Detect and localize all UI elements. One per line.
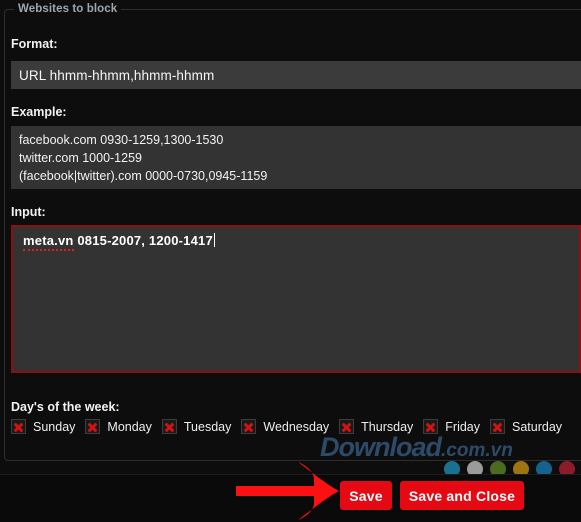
input-time-ranges: 0815-2007, 1200-1417	[73, 233, 213, 248]
input-text-content: meta.vn 0815-2007, 1200-1417	[23, 233, 215, 251]
day-label: Friday	[445, 419, 481, 434]
example-box: facebook.com 0930-1259,1300-1530 twitter…	[11, 126, 581, 189]
day-checkbox-thursday[interactable]: Thursday	[339, 419, 413, 434]
day-checkbox-tuesday[interactable]: Tuesday	[161, 419, 232, 434]
red-x-icon[interactable]	[241, 419, 257, 434]
day-label: Saturday	[512, 419, 563, 434]
example-line: facebook.com 0930-1259,1300-1530	[19, 133, 224, 147]
day-checkbox-saturday[interactable]: Saturday	[490, 419, 562, 434]
day-label: Wednesday	[263, 419, 330, 434]
example-line: twitter.com 1000-1259	[19, 151, 142, 165]
red-x-icon[interactable]	[161, 419, 177, 434]
example-label: Example:	[11, 105, 67, 119]
red-x-icon[interactable]	[490, 419, 506, 434]
format-label: Format:	[11, 37, 58, 51]
day-checkbox-sunday[interactable]: Sunday	[11, 419, 75, 434]
websites-input-textarea[interactable]: meta.vn 0815-2007, 1200-1417 Add link	[11, 225, 581, 373]
format-value-field: URL hhmm-hhmm,hhmm-hhmm	[11, 61, 581, 89]
days-of-week-label: Day's of the week:	[11, 400, 120, 414]
days-of-week-row: Sunday Monday Tuesday Wednesday Thursday…	[11, 419, 576, 434]
day-checkbox-wednesday[interactable]: Wednesday	[241, 419, 329, 434]
save-and-close-button[interactable]: Save and Close	[400, 481, 524, 510]
save-button[interactable]: Save	[340, 481, 392, 510]
red-x-icon[interactable]	[423, 419, 439, 434]
example-line: (facebook|twitter).com 0000-0730,0945-11…	[19, 169, 268, 183]
text-caret	[213, 233, 215, 247]
misspelled-word: meta.vn	[23, 233, 74, 251]
red-x-icon[interactable]	[85, 419, 101, 434]
red-x-icon[interactable]	[11, 419, 26, 434]
input-label: Input:	[11, 205, 46, 219]
day-label: Monday	[107, 419, 152, 434]
groupbox-legend: Websites to block	[14, 2, 122, 16]
red-x-icon[interactable]	[339, 419, 355, 434]
day-label: Tuesday	[183, 419, 232, 434]
day-label: Thursday	[361, 419, 414, 434]
day-checkbox-friday[interactable]: Friday	[423, 419, 480, 434]
day-label: Sunday	[33, 419, 76, 434]
day-checkbox-monday[interactable]: Monday	[85, 419, 152, 434]
